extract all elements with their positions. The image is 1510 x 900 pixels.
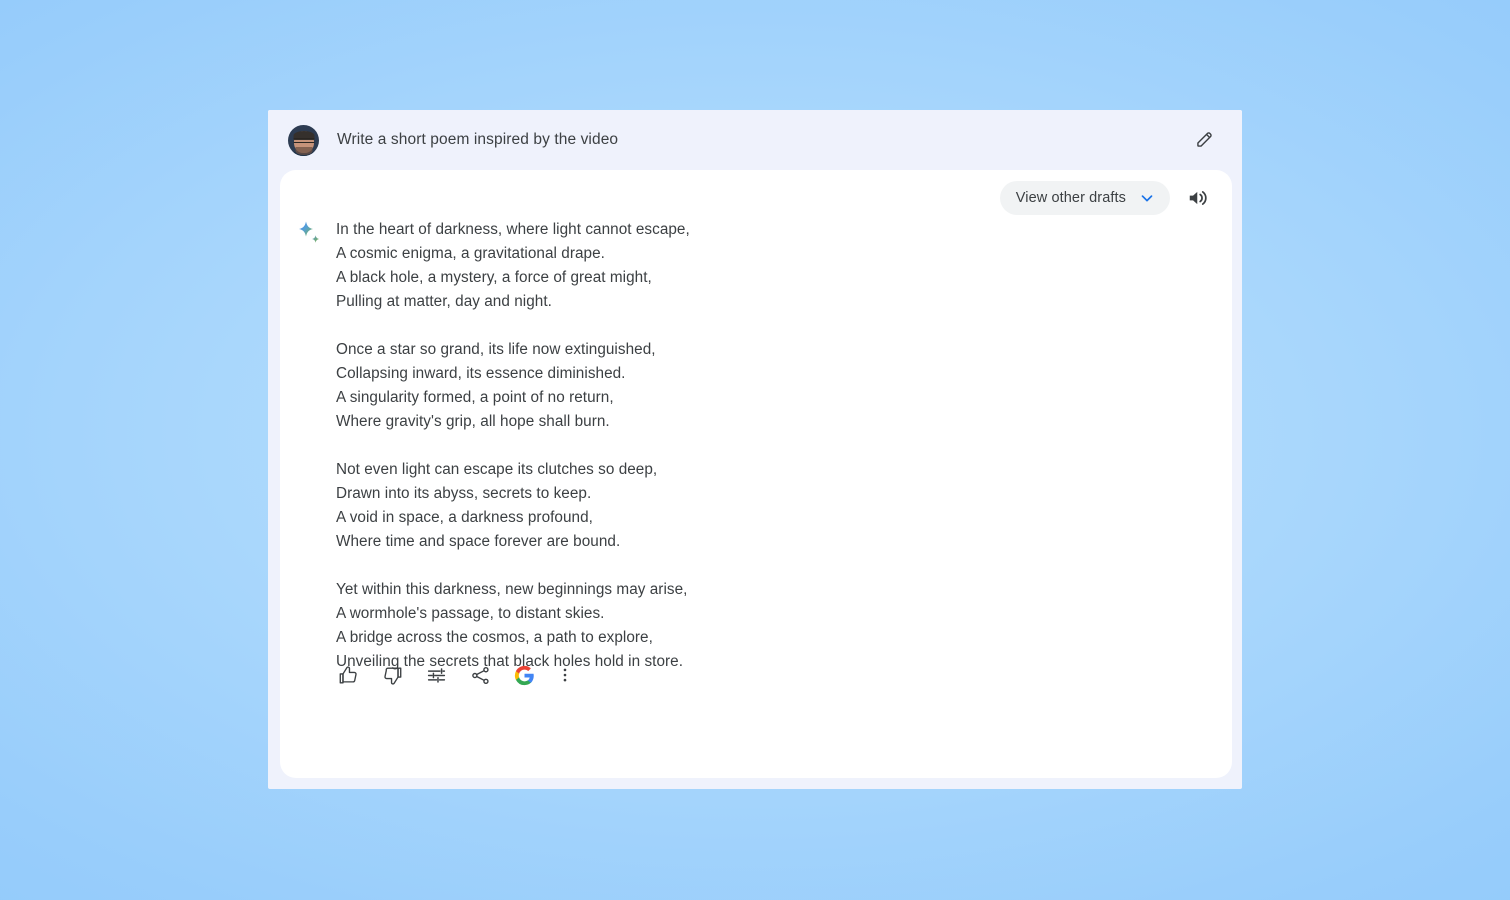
prompt-header: Write a short poem inspired by the video xyxy=(268,110,1242,170)
poem-line: In the heart of darkness, where light ca… xyxy=(336,221,690,238)
edit-icon xyxy=(1195,129,1215,152)
modify-response-button[interactable] xyxy=(424,663,448,687)
poem-line: Where time and space forever are bound. xyxy=(336,533,621,550)
answer-body: In the heart of darkness, where light ca… xyxy=(280,218,1232,674)
share-icon xyxy=(470,665,491,686)
view-other-drafts-label: View other drafts xyxy=(1015,190,1126,206)
prompt-text: Write a short poem inspired by the video xyxy=(337,131,619,148)
poem-line: A void in space, a darkness profound, xyxy=(336,509,593,526)
poem-line: Drawn into its abyss, secrets to keep. xyxy=(336,485,592,502)
poem-line: Once a star so grand, its life now extin… xyxy=(336,341,656,358)
edit-prompt-button[interactable] xyxy=(1188,123,1222,157)
poem-line: Where gravity's grip, all hope shall bur… xyxy=(336,413,610,430)
poem-line: Collapsing inward, its essence diminishe… xyxy=(336,365,626,382)
poem-line: Not even light can escape its clutches s… xyxy=(336,461,658,478)
poem-stanza: Once a star so grand, its life now extin… xyxy=(336,338,690,434)
user-avatar xyxy=(288,124,319,156)
tune-icon xyxy=(426,665,447,686)
poem-text: In the heart of darkness, where light ca… xyxy=(336,218,690,674)
google-it-button[interactable] xyxy=(512,663,536,687)
poem-stanza: Yet within this darkness, new beginnings… xyxy=(336,578,690,674)
share-button[interactable] xyxy=(468,663,492,687)
listen-button[interactable] xyxy=(1180,180,1216,216)
bard-response-container: Write a short poem inspired by the video… xyxy=(268,110,1242,789)
thumb-up-icon xyxy=(338,665,359,686)
draft-controls: View other drafts xyxy=(999,180,1216,216)
poem-line: Pulling at matter, day and night. xyxy=(336,293,552,310)
more-vert-icon xyxy=(556,666,574,684)
avatar-beard xyxy=(295,146,312,155)
poem-line: A cosmic enigma, a gravitational drape. xyxy=(336,245,605,262)
poem-stanza: In the heart of darkness, where light ca… xyxy=(336,218,690,314)
speaker-icon xyxy=(1187,187,1209,209)
poem-line: A bridge across the cosmos, a path to ex… xyxy=(336,629,653,646)
poem-line: A wormhole's passage, to distant skies. xyxy=(336,605,605,622)
action-toolbar xyxy=(336,663,574,687)
poem-line: A black hole, a mystery, a force of grea… xyxy=(336,269,652,286)
more-options-button[interactable] xyxy=(556,663,574,687)
thumb-down-icon xyxy=(382,665,403,686)
poem-line: Yet within this darkness, new beginnings… xyxy=(336,581,688,598)
view-other-drafts-button[interactable]: View other drafts xyxy=(999,181,1170,215)
poem-stanza: Not even light can escape its clutches s… xyxy=(336,458,690,554)
sparkle-icon xyxy=(296,220,322,246)
thumb-down-button[interactable] xyxy=(380,663,404,687)
chevron-down-icon xyxy=(1138,189,1156,207)
google-search-icon xyxy=(514,665,535,686)
poem-line: A singularity formed, a point of no retu… xyxy=(336,389,614,406)
answer-card: View other drafts In the heart of darkne… xyxy=(280,170,1232,778)
avatar-glasses xyxy=(293,138,314,144)
thumb-up-button[interactable] xyxy=(336,663,360,687)
